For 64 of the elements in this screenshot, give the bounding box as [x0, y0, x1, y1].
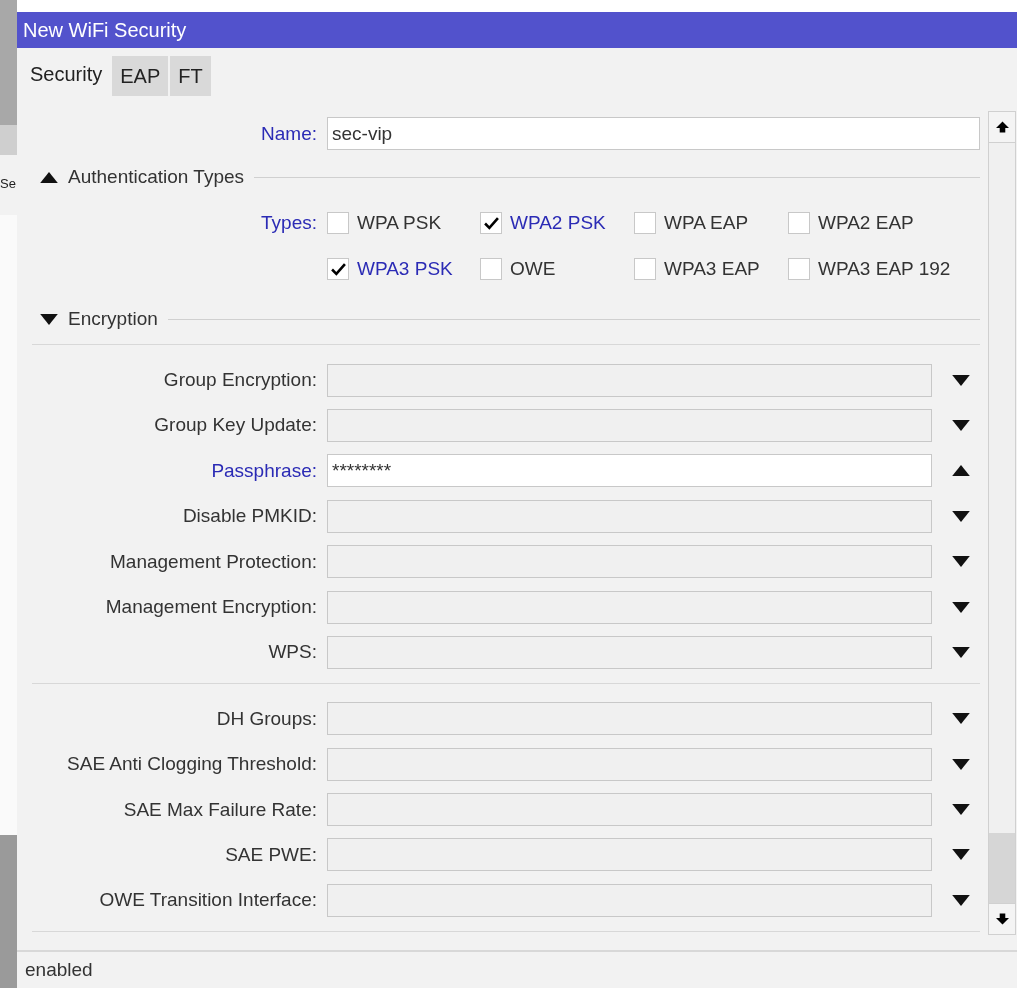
field-label: Name:: [260, 122, 317, 145]
input-field[interactable]: [327, 363, 932, 397]
scroll-up-button[interactable]: [989, 112, 1015, 142]
scroll-down-button[interactable]: [989, 904, 1015, 934]
field-label: SAE PWE:: [224, 844, 317, 866]
background-window-text: Se: [0, 176, 17, 192]
dropdown-icon[interactable]: [952, 374, 970, 386]
field-label: SAE Max Failure Rate:: [122, 798, 317, 821]
dropdown-icon[interactable]: [952, 713, 970, 725]
checkmark-icon: [483, 216, 499, 230]
field-label: Group Encryption:: [162, 369, 317, 392]
input-field[interactable]: [327, 747, 932, 781]
field-label: Management Protection:: [109, 550, 317, 573]
checkbox-option[interactable]: WPA3 PSK: [327, 246, 480, 293]
input-field[interactable]: [327, 838, 932, 872]
section-title: Authentication Types: [68, 166, 245, 189]
checkbox-option[interactable]: WPA2 PSK: [480, 200, 634, 247]
dropdown-icon[interactable]: [952, 419, 970, 431]
field-label: SAE Anti Clogging Threshold:: [66, 753, 317, 776]
dropdown-icon[interactable]: [952, 556, 970, 568]
tab[interactable]: EAP: [112, 56, 169, 96]
checkbox-option[interactable]: WPA PSK: [327, 200, 480, 247]
window-title: New WiFi Security: [23, 18, 187, 42]
field-label: OWE Transition Interface:: [98, 889, 317, 912]
dropdown-icon[interactable]: [952, 601, 970, 613]
checkbox-option[interactable]: WPA3 EAP 192: [788, 246, 978, 293]
field-label: Passphrase:: [210, 459, 317, 482]
collapse-icon[interactable]: [952, 465, 970, 477]
dropdown-icon[interactable]: [952, 758, 970, 770]
dropdown-icon[interactable]: [952, 510, 970, 522]
checkbox-option[interactable]: OWE: [480, 246, 634, 293]
input-field[interactable]: ********: [327, 454, 932, 488]
checkmark-icon: [330, 262, 346, 276]
input-field[interactable]: [327, 590, 932, 624]
name-field[interactable]: sec-vip: [327, 117, 980, 151]
expand-icon[interactable]: [40, 313, 58, 325]
field-label: WPS:: [267, 641, 317, 664]
dropdown-icon[interactable]: [952, 804, 970, 816]
input-field[interactable]: [327, 545, 932, 579]
field-label: DH Groups:: [215, 707, 317, 730]
field-label: Management Encryption:: [104, 596, 317, 619]
input-field[interactable]: [327, 793, 932, 827]
arrow-up-icon: [995, 121, 1009, 133]
checkbox-option[interactable]: WPA2 EAP: [788, 200, 978, 247]
dropdown-icon[interactable]: [952, 849, 970, 861]
input-field[interactable]: [327, 408, 932, 442]
collapse-icon[interactable]: [40, 171, 58, 183]
dropdown-icon[interactable]: [952, 894, 970, 906]
scrollbar[interactable]: [988, 111, 1016, 935]
checkbox-option[interactable]: WPA3 EAP: [634, 246, 788, 293]
section-title: Encryption: [68, 308, 158, 331]
input-field[interactable]: [327, 702, 932, 736]
dropdown-icon[interactable]: [952, 646, 970, 658]
tab[interactable]: FT: [170, 56, 211, 96]
field-label: Types:: [260, 211, 317, 236]
arrow-down-icon: [995, 913, 1009, 925]
input-field[interactable]: [327, 635, 932, 669]
scroll-thumb[interactable]: [989, 833, 1015, 903]
input-field[interactable]: [327, 499, 932, 533]
checkbox-option[interactable]: WPA EAP: [634, 200, 788, 247]
input-field[interactable]: [327, 883, 932, 917]
status-text: enabled: [25, 959, 93, 981]
field-label: Disable PMKID:: [181, 505, 317, 528]
field-label: Group Key Update:: [153, 414, 317, 437]
